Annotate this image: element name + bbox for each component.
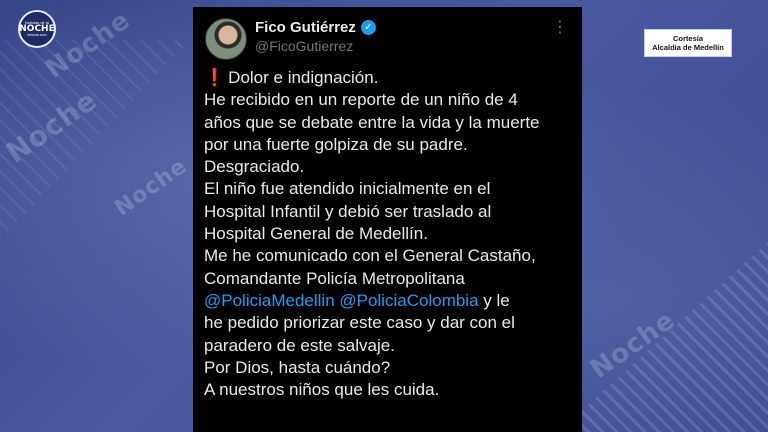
credit-line-1: Cortesía [672,33,703,43]
image-credit-box: Cortesía Alcaldía de Medellín [644,29,732,57]
author-name[interactable]: Fico Gutiérrez [255,19,356,36]
credit-line-2: Alcaldía de Medellín [652,43,724,52]
tweet-line: Desgraciado. [204,157,305,177]
tweet-line: Me he comunicado con el General Castaño, [204,246,536,266]
channel-logo: Noticias de la NOCHE infonoe.com [18,10,56,48]
tweet-line: Hospital Infantil y debió ser traslado a… [204,201,492,221]
tweet-line-text: y le [478,290,510,310]
exclamation-icon: ❗ [204,68,226,88]
mention-link-policia-medellin[interactable]: @PoliciaMedellin [204,291,335,310]
tweet-line: Por Dios, hasta cuándo? [204,357,391,377]
verified-badge-icon: ✓ [360,20,376,35]
tweet-card: Fico Gutiérrez ✓ @FicoGutierrez ⋮ ❗ Dolor… [193,7,582,432]
tweet-line: años que se debate entre la vida y la mu… [204,112,540,132]
tweet-line: Hospital General de Medellín. [204,224,428,244]
tweet-line: paradero de este salvaje. [204,335,395,355]
more-options-icon[interactable]: ⋮ [552,19,568,35]
tweet-line: @PoliciaMedellin @PoliciaColombia y le [204,290,576,312]
tweet-line: Comandante Policía Metropolitana [204,268,465,288]
author-handle[interactable]: @FicoGutierrez [255,38,353,54]
tweet-line: por una fuerte golpiza de su padre. [204,134,468,154]
tweet-line: A nuestros niños que les cuida. [204,380,440,400]
author-avatar[interactable] [205,18,247,60]
tweet-line: ❗ Dolor e indignación. [204,67,576,89]
tweet-line: he pedido priorizar este caso y dar con … [204,313,515,333]
tweet-body: ❗ Dolor e indignación. He recibido en un … [204,67,576,401]
tweet-line: He recibido en un reporte de un niño de … [204,90,518,110]
tweet-line-text: Dolor e indignación. [228,68,379,87]
author-name-row: Fico Gutiérrez ✓ [255,19,376,36]
tweet-line: El niño fue atendido inicialmente en el [204,179,491,199]
mention-link-policia-colombia[interactable]: @PoliciaColombia [339,291,478,310]
logo-bottom-text: infonoe.com [27,32,47,37]
